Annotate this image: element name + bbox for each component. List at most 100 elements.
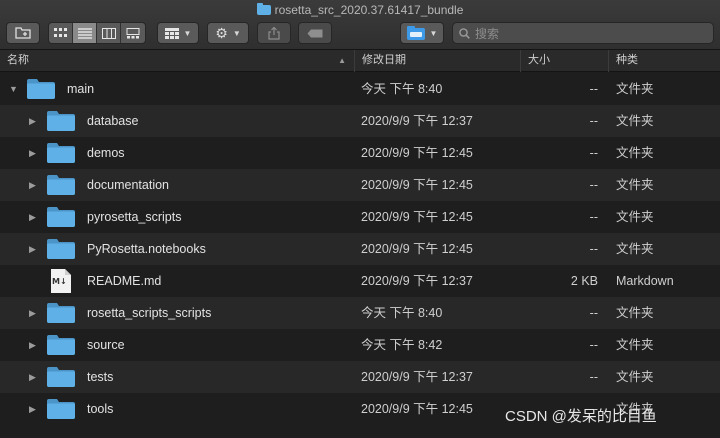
folder-icon <box>46 110 76 135</box>
file-name: documentation <box>87 178 170 192</box>
file-size: -- <box>589 114 598 128</box>
column-view-icon <box>101 27 116 39</box>
folder-icon <box>46 302 76 327</box>
file-size: -- <box>589 82 598 96</box>
new-folder-button[interactable] <box>6 22 40 44</box>
file-size: -- <box>589 210 598 224</box>
share-button[interactable] <box>257 22 291 44</box>
disclosure-collapsed-icon[interactable]: ▶ <box>29 115 39 127</box>
modified-date: 2020/9/9 下午 12:37 <box>361 114 473 128</box>
file-size: -- <box>589 146 598 160</box>
file-kind: 文件夹 <box>616 210 654 224</box>
file-name: pyrosetta_scripts <box>87 210 182 224</box>
markdown-file-icon: M↓ <box>50 268 72 297</box>
group-grid-icon <box>164 27 179 39</box>
list-view-icon <box>77 27 92 39</box>
gear-icon: ⚙ <box>215 24 228 41</box>
markdown-badge: M↓ <box>52 277 67 286</box>
list-item[interactable]: ▶ demos 2020/9/9 下午 12:45 -- 文件夹 <box>0 137 720 169</box>
action-button[interactable]: ⚙ ▼ <box>207 22 249 44</box>
folder-icon <box>46 334 76 359</box>
search-icon <box>459 27 470 39</box>
watermark: CSDN @发呆的比目鱼 <box>505 408 657 425</box>
group-button[interactable]: ▼ <box>157 22 199 44</box>
new-folder-icon <box>15 27 31 39</box>
folder-location-icon <box>406 26 425 40</box>
folder-icon <box>26 78 56 103</box>
list-view-button[interactable] <box>73 23 97 43</box>
column-header-kind[interactable]: 种类 <box>608 50 720 72</box>
file-kind: 文件夹 <box>616 82 654 96</box>
list-item[interactable]: ▶ documentation 2020/9/9 下午 12:45 -- 文件夹 <box>0 169 720 201</box>
file-name: tools <box>87 402 114 416</box>
disclosure-collapsed-icon[interactable]: ▶ <box>29 211 39 223</box>
list-item[interactable]: ▶ PyRosetta.notebooks 2020/9/9 下午 12:45 -- 文… <box>0 233 720 265</box>
list-item[interactable]: ▶ source 今天 下午 8:42 -- 文件夹 <box>0 329 720 361</box>
tag-icon <box>307 29 323 37</box>
folder-icon <box>46 366 76 391</box>
modified-date: 今天 下午 8:40 <box>361 306 443 320</box>
file-size: -- <box>589 242 598 256</box>
file-name: database <box>87 114 139 128</box>
location-button[interactable]: ▼ <box>400 22 444 44</box>
modified-date: 2020/9/9 下午 12:45 <box>361 210 473 224</box>
sort-ascending-icon: ▲ <box>338 56 346 65</box>
disclosure-collapsed-icon[interactable]: ▶ <box>29 371 39 383</box>
disclosure-collapsed-icon[interactable]: ▶ <box>29 179 39 191</box>
file-kind: 文件夹 <box>616 178 654 192</box>
toolbar: rosetta_src_2020.37.61417_bundle ▼ ⚙ ▼ ▼… <box>0 0 720 50</box>
list-item[interactable]: ▶ tests 2020/9/9 下午 12:37 -- 文件夹 <box>0 361 720 393</box>
folder-icon <box>46 142 76 167</box>
file-kind: 文件夹 <box>616 370 654 384</box>
list-item[interactable]: M↓ README.md 2020/9/9 下午 12:37 2 KB Markdown <box>0 265 720 297</box>
column-header-size[interactable]: 大小 <box>520 50 608 72</box>
share-icon <box>268 26 280 40</box>
folder-icon <box>46 206 76 231</box>
modified-date: 2020/9/9 下午 12:37 <box>361 370 473 384</box>
column-header-date[interactable]: 修改日期 <box>354 50 520 72</box>
folder-icon <box>46 174 76 199</box>
view-mode-control[interactable] <box>48 22 146 44</box>
modified-date: 2020/9/9 下午 12:45 <box>361 178 473 192</box>
gallery-view-button[interactable] <box>121 23 145 43</box>
column-view-button[interactable] <box>97 23 121 43</box>
folder-icon <box>46 238 76 263</box>
file-name: tests <box>87 370 114 384</box>
disclosure-collapsed-icon[interactable]: ▶ <box>29 339 39 351</box>
search-field[interactable]: 搜索 <box>452 22 714 44</box>
file-name: demos <box>87 146 125 160</box>
list-item[interactable]: ▶ pyrosetta_scripts 2020/9/9 下午 12:45 -- 文件夹 <box>0 201 720 233</box>
modified-date: 今天 下午 8:42 <box>361 338 443 352</box>
window-title-text: rosetta_src_2020.37.61417_bundle <box>274 3 464 17</box>
disclosure-expanded-icon[interactable]: ▼ <box>9 83 19 95</box>
list-item[interactable]: ▼ main 今天 下午 8:40 -- 文件夹 <box>0 73 720 105</box>
column-header: 名称 ▲ 修改日期 大小 种类 <box>0 50 720 72</box>
disclosure-collapsed-icon[interactable]: ▶ <box>29 403 39 415</box>
file-kind: Markdown <box>616 274 674 288</box>
icon-view-button[interactable] <box>49 23 73 43</box>
list-item[interactable]: ▶ database 2020/9/9 下午 12:37 -- 文件夹 <box>0 105 720 137</box>
gallery-view-icon <box>126 27 140 38</box>
list-item[interactable]: ▶ rosetta_scripts_scripts 今天 下午 8:40 -- 文件夹 <box>0 297 720 329</box>
file-name: README.md <box>87 274 162 288</box>
search-placeholder: 搜索 <box>475 26 500 41</box>
file-kind: 文件夹 <box>616 146 654 160</box>
chevron-down-icon: ▼ <box>183 28 192 38</box>
column-header-kind-label: 种类 <box>616 54 638 66</box>
file-name: main <box>67 82 95 96</box>
disclosure-collapsed-icon[interactable]: ▶ <box>29 147 39 159</box>
file-size: 2 KB <box>570 274 598 288</box>
disclosure-collapsed-icon[interactable]: ▶ <box>29 307 39 319</box>
tag-button[interactable] <box>298 22 332 44</box>
file-name: source <box>87 338 125 352</box>
folder-icon <box>46 398 76 423</box>
file-size: -- <box>589 370 598 384</box>
folder-icon <box>256 3 271 15</box>
modified-date: 2020/9/9 下午 12:45 <box>361 402 473 416</box>
column-header-size-label: 大小 <box>528 54 550 66</box>
file-name: PyRosetta.notebooks <box>87 242 206 256</box>
chevron-down-icon: ▼ <box>232 28 241 38</box>
file-size: -- <box>589 178 598 192</box>
column-header-name[interactable]: 名称 ▲ <box>0 50 354 72</box>
disclosure-collapsed-icon[interactable]: ▶ <box>29 243 39 255</box>
